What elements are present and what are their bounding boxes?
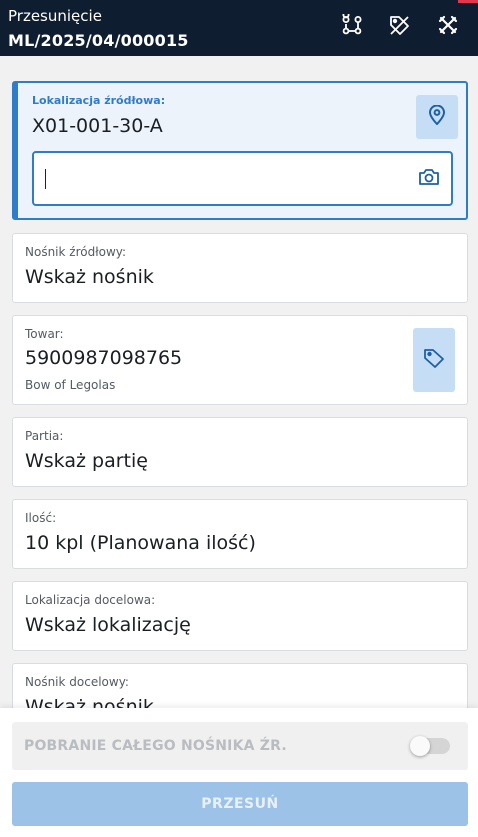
batch-label: Partia:	[25, 429, 64, 443]
tag-icon	[423, 347, 445, 373]
target-location-label: Lokalizacja docelowa:	[25, 593, 156, 607]
source-location-label: Lokalizacja źródłowa:	[32, 94, 166, 107]
item-tag-button[interactable]	[413, 328, 455, 392]
route-button[interactable]	[337, 11, 367, 42]
quantity-label: Ilość:	[25, 511, 57, 525]
source-location-input[interactable]	[44, 163, 404, 195]
action-footer: POBRANIE CAŁEGO NOŚNIKA ŹR. PRZESUŃ	[0, 708, 478, 837]
item-label: Towar:	[25, 327, 64, 341]
whole-carrier-toggle-label: POBRANIE CAŁEGO NOŚNIKA ŹR.	[24, 738, 287, 754]
source-carrier-card[interactable]: Nośnik źródłowy: Wskaż nośnik	[12, 233, 468, 303]
route-icon	[341, 11, 363, 40]
tag-off-icon	[388, 14, 410, 40]
toggle-knob	[410, 736, 430, 756]
target-location-card[interactable]: Lokalizacja docelowa: Wskaż lokalizację	[12, 581, 468, 651]
item-card[interactable]: Towar: 5900987098765 Bow of Legolas	[12, 315, 468, 405]
source-location-input-box	[32, 151, 453, 206]
source-location-value: X01-001-30-A	[32, 115, 163, 137]
target-location-value: Wskaż lokalizację	[25, 614, 191, 636]
scan-camera-button[interactable]	[417, 167, 441, 191]
whole-carrier-toggle[interactable]	[410, 736, 450, 756]
cancel-button[interactable]	[433, 12, 463, 42]
quantity-value: 10 kpl (Planowana ilość)	[25, 532, 256, 554]
app-header: Przesunięcie ML/2025/04/000015	[0, 0, 478, 56]
cancel-tools-icon	[437, 14, 459, 40]
batch-value: Wskaż partię	[25, 450, 148, 472]
whole-carrier-toggle-row: POBRANIE CAŁEGO NOŚNIKA ŹR.	[12, 722, 468, 770]
move-submit-button[interactable]: PRZESUŃ	[12, 782, 468, 826]
item-description: Bow of Legolas	[25, 378, 116, 392]
text-caret	[45, 169, 46, 189]
target-carrier-label: Nośnik docelowy:	[25, 675, 129, 689]
camera-icon	[418, 167, 440, 191]
header-accent	[458, 0, 478, 3]
tag-off-button[interactable]	[384, 12, 414, 42]
batch-card[interactable]: Partia: Wskaż partię	[12, 417, 468, 487]
document-number: ML/2025/04/000015	[8, 31, 189, 50]
page-title: Przesunięcie	[8, 7, 102, 25]
map-pin-icon	[428, 104, 446, 129]
source-carrier-value: Wskaż nośnik	[25, 266, 154, 288]
target-carrier-card[interactable]: Nośnik docelowy: Wskaż nośnik	[12, 663, 468, 708]
target-carrier-value: Wskaż nośnik	[25, 696, 154, 708]
form-content: Lokalizacja źródłowa: X01-001-30-A Nośni…	[0, 56, 478, 708]
location-pick-button[interactable]	[416, 95, 458, 139]
quantity-card[interactable]: Ilość: 10 kpl (Planowana ilość)	[12, 499, 468, 569]
source-carrier-label: Nośnik źródłowy:	[25, 245, 127, 259]
source-location-card[interactable]: Lokalizacja źródłowa: X01-001-30-A	[12, 81, 468, 220]
item-code: 5900987098765	[25, 347, 183, 369]
